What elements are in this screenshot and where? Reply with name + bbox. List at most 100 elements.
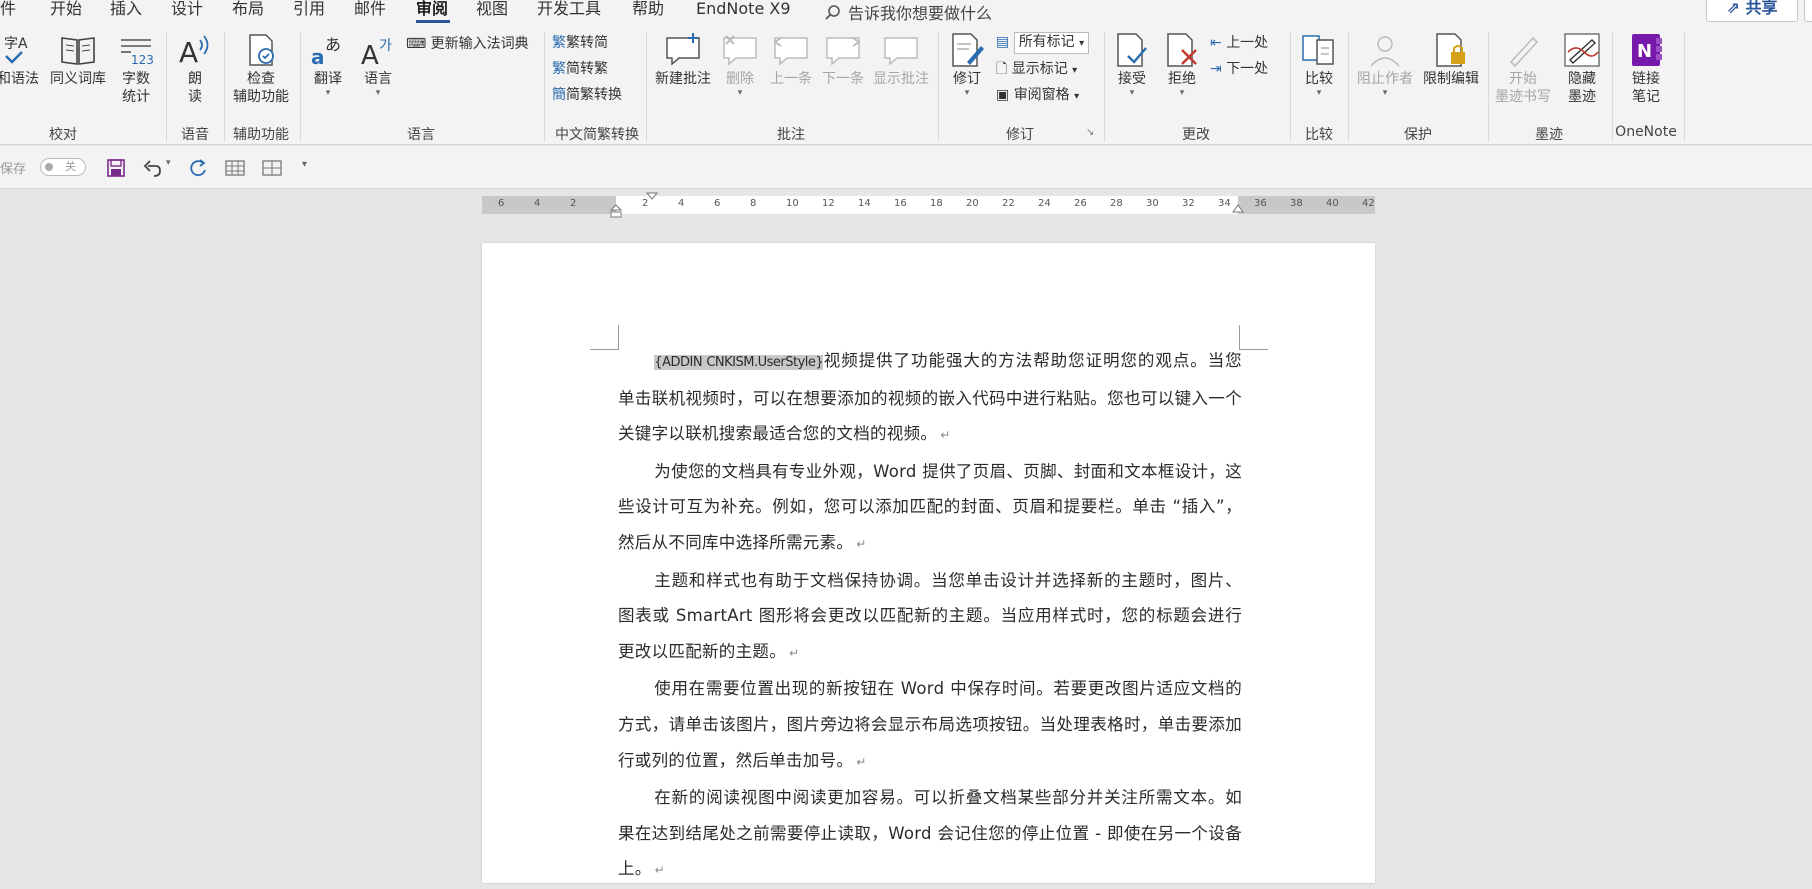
accessibility-icon <box>249 34 274 66</box>
menu-insert[interactable]: 插入 <box>110 0 142 18</box>
reviewing-pane-icon: ▣ <box>996 87 1010 103</box>
language-button[interactable]: A가 语言 ▾ <box>354 32 402 98</box>
chevron-down-icon: ▾ <box>375 88 381 98</box>
svg-text:123: 123 <box>131 53 154 67</box>
delete-comment-button[interactable]: 删除 ▾ <box>718 32 762 98</box>
menu-view[interactable]: 视图 <box>476 0 508 18</box>
paragraph-text: 在新的阅读视图中阅读更加容易。可以折叠文档某些部分并关注所需文本。如果在达到结尾… <box>618 788 1242 879</box>
document-page[interactable]: {ADDIN CNKISM.UserStyle}视频提供了功能强大的方法帮助您证… <box>482 243 1375 883</box>
show-markup-button[interactable]: 🗋 显示标记 ▾ <box>996 60 1077 80</box>
redo-icon[interactable] <box>188 158 208 178</box>
hide-ink-icon <box>1564 33 1600 67</box>
share-button[interactable]: ⇗ 共享 <box>1706 0 1798 22</box>
read-aloud-label-2: 读 <box>188 89 202 105</box>
right-indent-marker-icon[interactable] <box>1232 204 1244 214</box>
word-count-button[interactable]: 123 字数 统计 <box>114 32 158 106</box>
accept-button[interactable]: 接受 ▾ <box>1108 32 1156 98</box>
first-line-indent-marker-icon[interactable] <box>646 192 658 202</box>
read-aloud-button[interactable]: A 朗读 <box>172 32 218 106</box>
update-ime-dictionary-button[interactable]: ⌨ 更新输入法词典 <box>406 35 529 53</box>
ruler-tick-label: 32 <box>1182 198 1195 209</box>
paragraph-text: 主题和样式也有助于文档保持协调。当您单击设计并选择新的主题时，图片、图表或 Sm… <box>618 570 1242 661</box>
track-changes-button[interactable]: 修订 ▾ <box>942 32 992 98</box>
autosave-toggle[interactable]: 关 <box>40 158 86 176</box>
ribbon-separator <box>938 32 939 142</box>
next-change-button[interactable]: ⇥ 下一处 <box>1210 60 1268 78</box>
hide-ink-button[interactable]: 隐藏 墨迹 <box>1556 32 1608 106</box>
check-accessibility-label-2: 辅助功能 <box>233 89 289 105</box>
menu-file[interactable]: 件 <box>0 0 16 18</box>
menu-help[interactable]: 帮助 <box>632 0 664 18</box>
paragraph[interactable]: 为使您的文档具有专业外观，Word 提供了页眉、页脚、封面和文本框设计，这些设计… <box>618 454 1242 563</box>
menu-layout[interactable]: 布局 <box>232 0 264 18</box>
convert-button[interactable]: 簡简繁转换 <box>552 86 622 104</box>
menu-review[interactable]: 审阅 <box>416 0 448 18</box>
draw-table-icon[interactable] <box>262 159 282 177</box>
start-inking-button[interactable]: 开始 墨迹书写 <box>1490 32 1556 106</box>
menu-endnote[interactable]: EndNote X9 <box>696 0 791 18</box>
translate-button[interactable]: aあ 翻译 ▾ <box>304 32 352 98</box>
group-language: 语言 <box>407 127 435 143</box>
update-ime-label: 更新输入法词典 <box>430 36 529 52</box>
chevron-down-icon: ▾ <box>1072 65 1078 76</box>
compare-button[interactable]: 比较 ▾ <box>1296 32 1342 98</box>
markup-select[interactable]: ▤ 所有标记 ▾ <box>996 32 1090 54</box>
spelling-grammar-button[interactable]: 字A 和语法 <box>0 32 42 88</box>
new-comment-button[interactable]: 新建批注 <box>650 32 716 88</box>
read-aloud-label-1: 朗 <box>188 71 202 87</box>
trad-to-simp-label: 繁转简 <box>566 35 608 51</box>
trad-to-simp-icon: 繁 <box>552 35 566 51</box>
previous-comment-button[interactable]: 上一条 <box>766 32 816 88</box>
paragraph[interactable]: {ADDIN CNKISM.UserStyle}视频提供了功能强大的方法帮助您证… <box>618 343 1242 454</box>
start-inking-label-1: 开始 <box>1509 71 1537 87</box>
ribbon-separator <box>1612 32 1613 142</box>
next-comment-label: 下一条 <box>822 71 864 87</box>
paragraph[interactable]: 使用在需要位置出现的新按钮在 Word 中保存时间。若要更改图片适应文档的方式，… <box>618 671 1242 780</box>
restrict-editing-button[interactable]: 限制编辑 <box>1418 32 1484 88</box>
thesaurus-button[interactable]: 同义词库 <box>46 32 110 88</box>
linked-notes-label-2: 笔记 <box>1632 89 1660 105</box>
next-comment-button[interactable]: 下一条 <box>818 32 868 88</box>
ribbon-separator <box>1684 32 1685 142</box>
previous-change-button[interactable]: ⇤ 上一处 <box>1210 34 1268 52</box>
menu-references[interactable]: 引用 <box>293 0 325 18</box>
menu-mailings[interactable]: 邮件 <box>354 0 386 18</box>
svg-text:A: A <box>361 41 379 68</box>
show-comments-button[interactable]: 显示批注 <box>870 32 932 88</box>
reviewing-pane-button[interactable]: ▣ 审阅窗格 ▾ <box>996 86 1079 106</box>
tracking-options-launcher[interactable]: ↘ <box>1086 124 1094 142</box>
paragraph[interactable]: 主题和样式也有助于文档保持协调。当您单击设计并选择新的主题时，图片、图表或 Sm… <box>618 563 1242 672</box>
left-indent-marker-icon[interactable] <box>610 204 622 218</box>
check-accessibility-button[interactable]: 检查 辅助功能 <box>226 32 296 106</box>
tell-me-search[interactable]: 告诉我你想要做什么 <box>824 0 992 24</box>
group-protect: 保护 <box>1404 127 1432 143</box>
menu-design[interactable]: 设计 <box>171 0 203 18</box>
customize-qat-icon[interactable]: ▾ <box>302 159 307 170</box>
menu-home[interactable]: 开始 <box>50 0 82 18</box>
paragraph-text: 为使您的文档具有专业外观，Word 提供了页眉、页脚、封面和文本框设计，这些设计… <box>618 461 1242 552</box>
save-icon[interactable] <box>106 158 126 178</box>
hide-ink-label-1: 隐藏 <box>1568 71 1596 87</box>
horizontal-ruler[interactable]: 6 4 2 2 4 6 8 10 12 14 16 18 20 22 24 26 28 30 32 34 36 38 40 4… <box>482 192 1375 218</box>
reject-button[interactable]: 拒绝 ▾ <box>1158 32 1206 98</box>
word-count-label-1: 字数 <box>122 71 150 87</box>
ruler-tick-label: 10 <box>786 198 799 209</box>
paragraph[interactable]: 在新的阅读视图中阅读更加容易。可以折叠文档某些部分并关注所需文本。如果在达到结尾… <box>618 780 1242 889</box>
menu-developer[interactable]: 开发工具 <box>537 0 601 18</box>
document-body[interactable]: {ADDIN CNKISM.UserStyle}视频提供了功能强大的方法帮助您证… <box>618 343 1242 889</box>
ruler-tick-label: 12 <box>822 198 835 209</box>
simp-to-trad-button[interactable]: 繁简转繁 <box>552 60 608 78</box>
markup-dropdown[interactable]: 所有标记 ▾ <box>1013 32 1090 54</box>
delete-comment-icon <box>723 35 757 66</box>
trad-to-simp-button[interactable]: 繁繁转简 <box>552 34 608 52</box>
addin-field-code[interactable]: {ADDIN CNKISM.UserStyle} <box>654 355 824 370</box>
linked-notes-button[interactable]: N 链接 笔记 <box>1614 32 1678 106</box>
chevron-down-icon[interactable]: ▾ <box>166 158 171 168</box>
svg-text:가: 가 <box>379 38 392 54</box>
ruler-tick-label: 20 <box>966 198 979 209</box>
comments-button[interactable] <box>1804 0 1812 22</box>
undo-icon[interactable] <box>142 158 162 178</box>
block-authors-button[interactable]: 阻止作者 ▾ <box>1352 32 1418 98</box>
table-icon[interactable] <box>225 159 245 177</box>
ruler-tick-label: 18 <box>930 198 943 209</box>
